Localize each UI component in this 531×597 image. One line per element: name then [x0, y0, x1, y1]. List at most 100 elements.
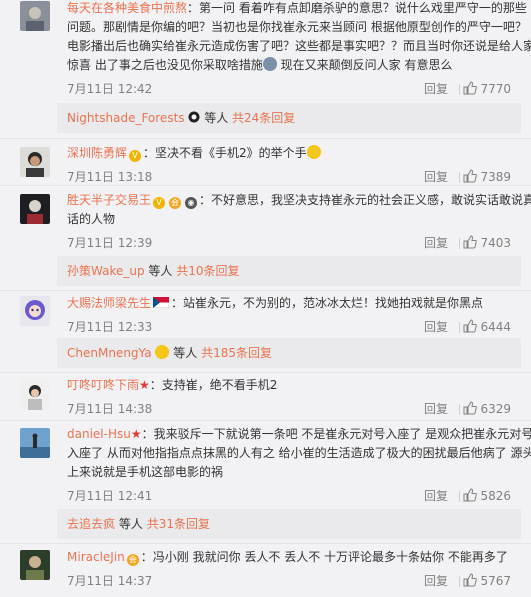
- thumbs-up-icon: [463, 401, 478, 415]
- comment-username[interactable]: 胜天半子交易王: [67, 193, 151, 207]
- like-count: 7389: [480, 170, 511, 184]
- emoji-icon: [155, 345, 170, 359]
- comment-item: MiracleJin 会：冯小刚 我就问你 丢人不 丢人不 十万评论最多十条姑你 …: [0, 548, 531, 591]
- sub-replies-bar[interactable]: 去追去疯 等人 共31条回复: [57, 509, 521, 539]
- reply-button[interactable]: 回复: [424, 79, 448, 99]
- avatar[interactable]: [20, 1, 50, 31]
- thumbs-up-icon: [463, 573, 478, 587]
- comment-text: ：支持崔，绝不看手机2: [149, 378, 278, 392]
- avatar[interactable]: [20, 147, 50, 177]
- divider: [0, 138, 531, 139]
- sub-reply-text: 等人: [118, 517, 143, 531]
- sub-reply-user[interactable]: 去追去疯: [67, 517, 115, 531]
- like-button[interactable]: 5767: [463, 571, 511, 591]
- sub-replies-bar[interactable]: Nightshade_Forests 等人 共24条回复: [57, 103, 521, 133]
- vip-icon: 会: [126, 554, 139, 566]
- comment-time: 7月11日 12:39: [67, 236, 153, 250]
- divider: [0, 185, 531, 186]
- comment-text: 入座了 从而对他指指点点抹黑的人有之 给小崔的生活造成了极大的困扰最后他病了 源…: [67, 446, 531, 460]
- comment-time: 7月11日 12:41: [67, 489, 153, 503]
- comment-feed: 每天在各种美食中煎熬：第一问 看着咋有点卸磨杀驴的意思？说什么戏里严守一的那些 …: [0, 0, 531, 597]
- divider: [0, 420, 531, 421]
- comment-username[interactable]: 大赐法师梁先生: [67, 296, 151, 310]
- sub-replies-bar[interactable]: 孙策Wake_up 等人 共10条回复: [57, 256, 521, 286]
- comment-text: ：站崔永元，不为别的，范冰冰太烂！找她拍戏就是你黑点: [171, 296, 484, 310]
- reply-button[interactable]: 回复: [424, 486, 448, 506]
- comment-item: 大赐法师梁先生 ：站崔永元，不为别的，范冰冰太烂！找她拍戏就是你黑点 7月11日 …: [0, 294, 531, 337]
- comment-time: 7月11日 12:42: [67, 82, 153, 96]
- thumbs-up-icon: [463, 81, 478, 95]
- comment-text: 问题。那剧情是你编的吧？当初也是你找崔永元来当顾问 根据他原型创作的严守一吧？: [67, 20, 527, 34]
- comment-item: daniel-Hsu★：我来驳斥一下就说第一条吧 不是崔永元对号入座了 是观众把…: [0, 425, 531, 506]
- comment-text: ：不好意思，我坚决支持崔永元的社会正义感，敢说实话敢说真: [199, 193, 531, 207]
- sub-reply-count[interactable]: 共10条回复: [176, 264, 239, 278]
- reply-button[interactable]: 回复: [424, 317, 448, 337]
- vip-icon: 会: [169, 197, 182, 209]
- comment-username[interactable]: 深圳陈勇辉: [67, 146, 127, 160]
- thumbs-up-icon: [463, 169, 478, 183]
- sub-reply-user[interactable]: 孙策Wake_up: [67, 264, 145, 278]
- vip-icon: V: [129, 150, 142, 162]
- comment-text: ：第一问 看着咋有点卸磨杀驴的意思？说什么戏里严守一的那些: [187, 1, 527, 15]
- comment-item: 每天在各种美食中煎熬：第一问 看着咋有点卸磨杀驴的意思？说什么戏里严守一的那些 …: [0, 0, 531, 99]
- emoji-icon: [306, 145, 321, 159]
- thumbs-up-icon: [463, 488, 478, 502]
- divider: [459, 172, 460, 183]
- divider: [459, 491, 460, 502]
- comment-text: ：我来驳斥一下就说第一条吧 不是崔永元对号入座了 是观众把崔永元对号: [141, 427, 531, 441]
- verified-icon: V: [153, 197, 166, 209]
- thumbs-up-icon: [463, 235, 478, 249]
- comment-time: 7月11日 12:33: [67, 320, 153, 334]
- flag-icon: [152, 296, 170, 309]
- reply-button[interactable]: 回复: [424, 399, 448, 419]
- like-button[interactable]: 7403: [463, 233, 511, 253]
- reply-button[interactable]: 回复: [424, 167, 448, 187]
- comment-time: 7月11日 14:37: [67, 574, 153, 588]
- comment-username[interactable]: 叮咚叮咚下雨: [67, 378, 139, 392]
- comment-username[interactable]: daniel-Hsu: [67, 427, 131, 441]
- comment-username[interactable]: 每天在各种美食中煎熬: [67, 1, 187, 15]
- comment-text: 现在又来颠倒反问人家 有意思么: [276, 58, 453, 72]
- avatar[interactable]: [20, 296, 50, 326]
- comment-item: 深圳陈勇辉 V ：坚决不看《手机2》的举个手 7月11日 13:18 回复 7389: [0, 144, 531, 187]
- reply-button[interactable]: 回复: [424, 571, 448, 591]
- sub-reply-user[interactable]: ChenMnengYa: [67, 346, 152, 360]
- comment-item: 胜天半子交易王 V 会 ◉ ：不好意思，我坚决支持崔永元的社会正义感，敢说实话敢说真 话…: [0, 191, 531, 253]
- star-icon: ★: [139, 378, 150, 392]
- like-count: 7403: [480, 236, 511, 250]
- sub-replies-bar[interactable]: ChenMnengYa 等人 共185条回复: [57, 338, 521, 368]
- comment-text: 话的人物: [67, 212, 116, 226]
- avatar[interactable]: [20, 380, 50, 410]
- sub-reply-text: 等人: [148, 264, 173, 278]
- like-button[interactable]: 7389: [463, 167, 511, 187]
- avatar[interactable]: [20, 550, 50, 580]
- avatar[interactable]: [20, 428, 50, 458]
- panda-icon: ◉: [185, 197, 198, 209]
- comment-text: 惊喜 出了事之后也没见你采取啥措施: [67, 58, 263, 72]
- like-button[interactable]: 6444: [463, 317, 511, 337]
- like-button[interactable]: 6329: [463, 399, 511, 419]
- sub-reply-user[interactable]: Nightshade_Forests: [67, 111, 185, 125]
- divider: [0, 372, 531, 373]
- like-button[interactable]: 7770: [463, 79, 511, 99]
- thumbs-up-icon: [463, 319, 478, 333]
- divider: [459, 322, 460, 333]
- like-button[interactable]: 5826: [463, 486, 511, 506]
- sub-reply-count[interactable]: 共24条回复: [232, 111, 295, 125]
- divider: [459, 576, 460, 587]
- badge-icon: [188, 111, 200, 123]
- sub-reply-count[interactable]: 共31条回复: [147, 517, 210, 531]
- comment-item: 叮咚叮咚下雨★：支持崔，绝不看手机2 7月11日 14:38 回复 6329: [0, 376, 531, 419]
- like-count: 7770: [480, 82, 511, 96]
- comment-username[interactable]: MiracleJin: [67, 550, 125, 564]
- reply-button[interactable]: 回复: [424, 233, 448, 253]
- divider: [0, 543, 531, 544]
- avatar[interactable]: [20, 194, 50, 224]
- comment-text: ：坚决不看《手机2》的举个手: [143, 146, 307, 160]
- sub-reply-count[interactable]: 共185条回复: [201, 346, 272, 360]
- like-count: 5826: [480, 489, 511, 503]
- comment-time: 7月11日 13:18: [67, 170, 153, 184]
- star-icon: ★: [130, 427, 142, 441]
- emoji-icon: [262, 57, 277, 71]
- comment-text: ：冯小刚 我就问你 丢人不 丢人不 十万评论最多十条姑你 不能再多了: [140, 550, 508, 564]
